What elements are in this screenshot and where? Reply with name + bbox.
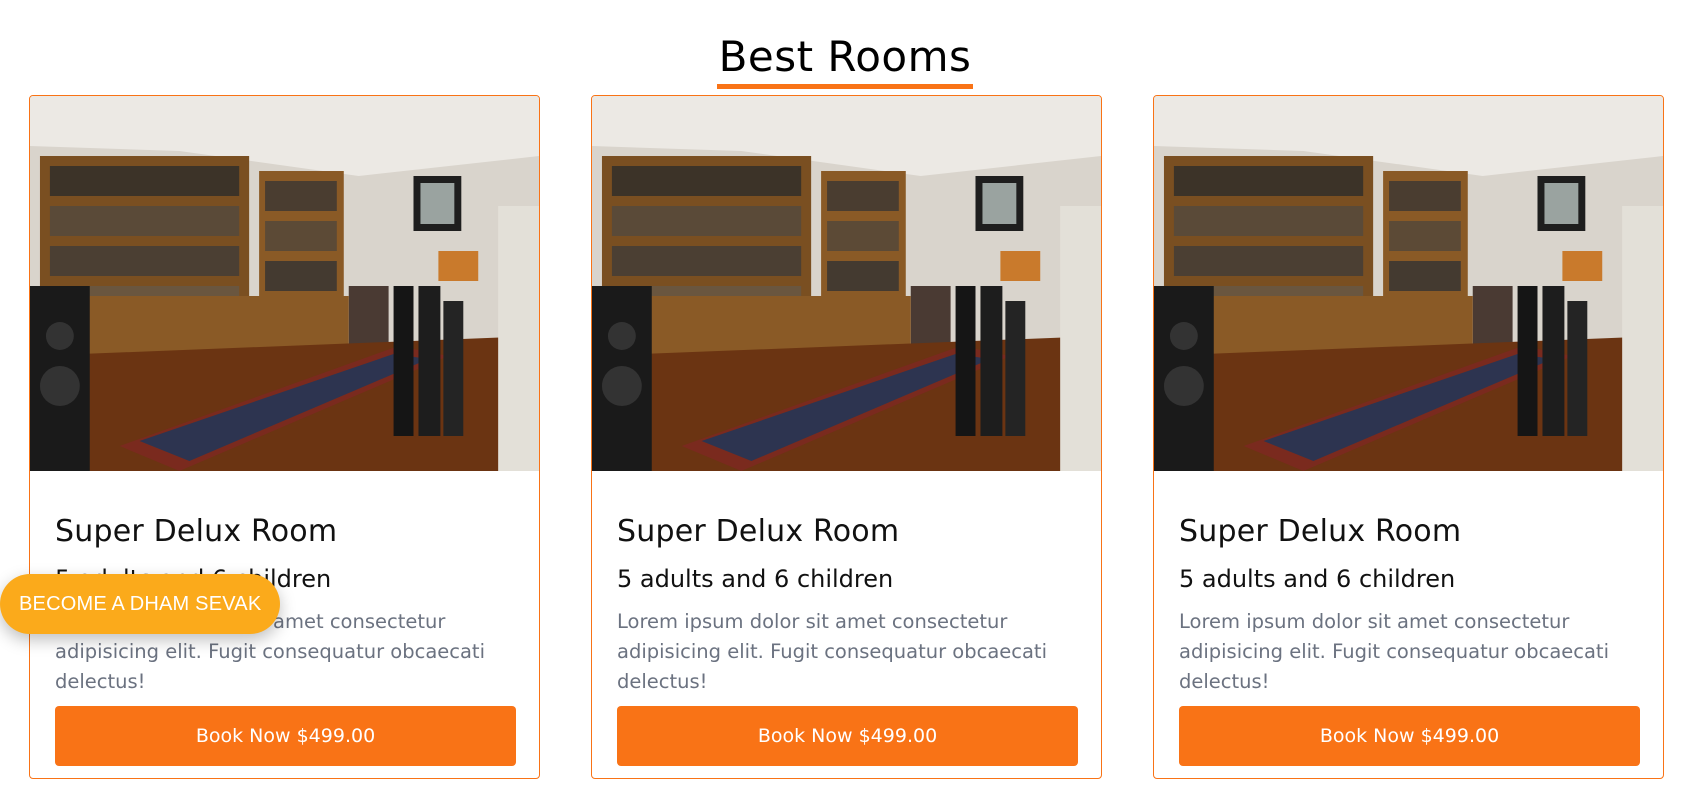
book-now-button[interactable]: Book Now $499.00	[617, 706, 1078, 766]
room-title: Super Delux Room	[55, 514, 338, 549]
section-title: Best Rooms	[716, 33, 974, 90]
room-card-list: Super Delux Room 5 adults and 6 children…	[29, 95, 1664, 779]
room-capacity: 5 adults and 6 children	[1179, 565, 1456, 593]
room-image	[1154, 96, 1663, 471]
become-dham-sevak-button[interactable]: BECOME A DHAM SEVAK	[0, 574, 281, 634]
room-title: Super Delux Room	[1179, 514, 1462, 549]
room-title: Super Delux Room	[617, 514, 900, 549]
room-card: Super Delux Room 5 adults and 6 children…	[591, 95, 1102, 779]
room-card: Super Delux Room 5 adults and 6 children…	[29, 95, 540, 779]
room-description: Lorem ipsum dolor sit amet consectetur a…	[617, 610, 1047, 693]
room-capacity: 5 adults and 6 children	[617, 565, 894, 593]
book-now-button[interactable]: Book Now $499.00	[1179, 706, 1640, 766]
room-image	[30, 96, 539, 471]
room-description: Lorem ipsum dolor sit amet consectetur a…	[1179, 610, 1609, 693]
room-card: Super Delux Room 5 adults and 6 children…	[1153, 95, 1664, 779]
book-now-button[interactable]: Book Now $499.00	[55, 706, 516, 766]
best-rooms-page: Best Rooms Super Delux Room children ame…	[0, 0, 1690, 801]
room-image	[592, 96, 1101, 471]
